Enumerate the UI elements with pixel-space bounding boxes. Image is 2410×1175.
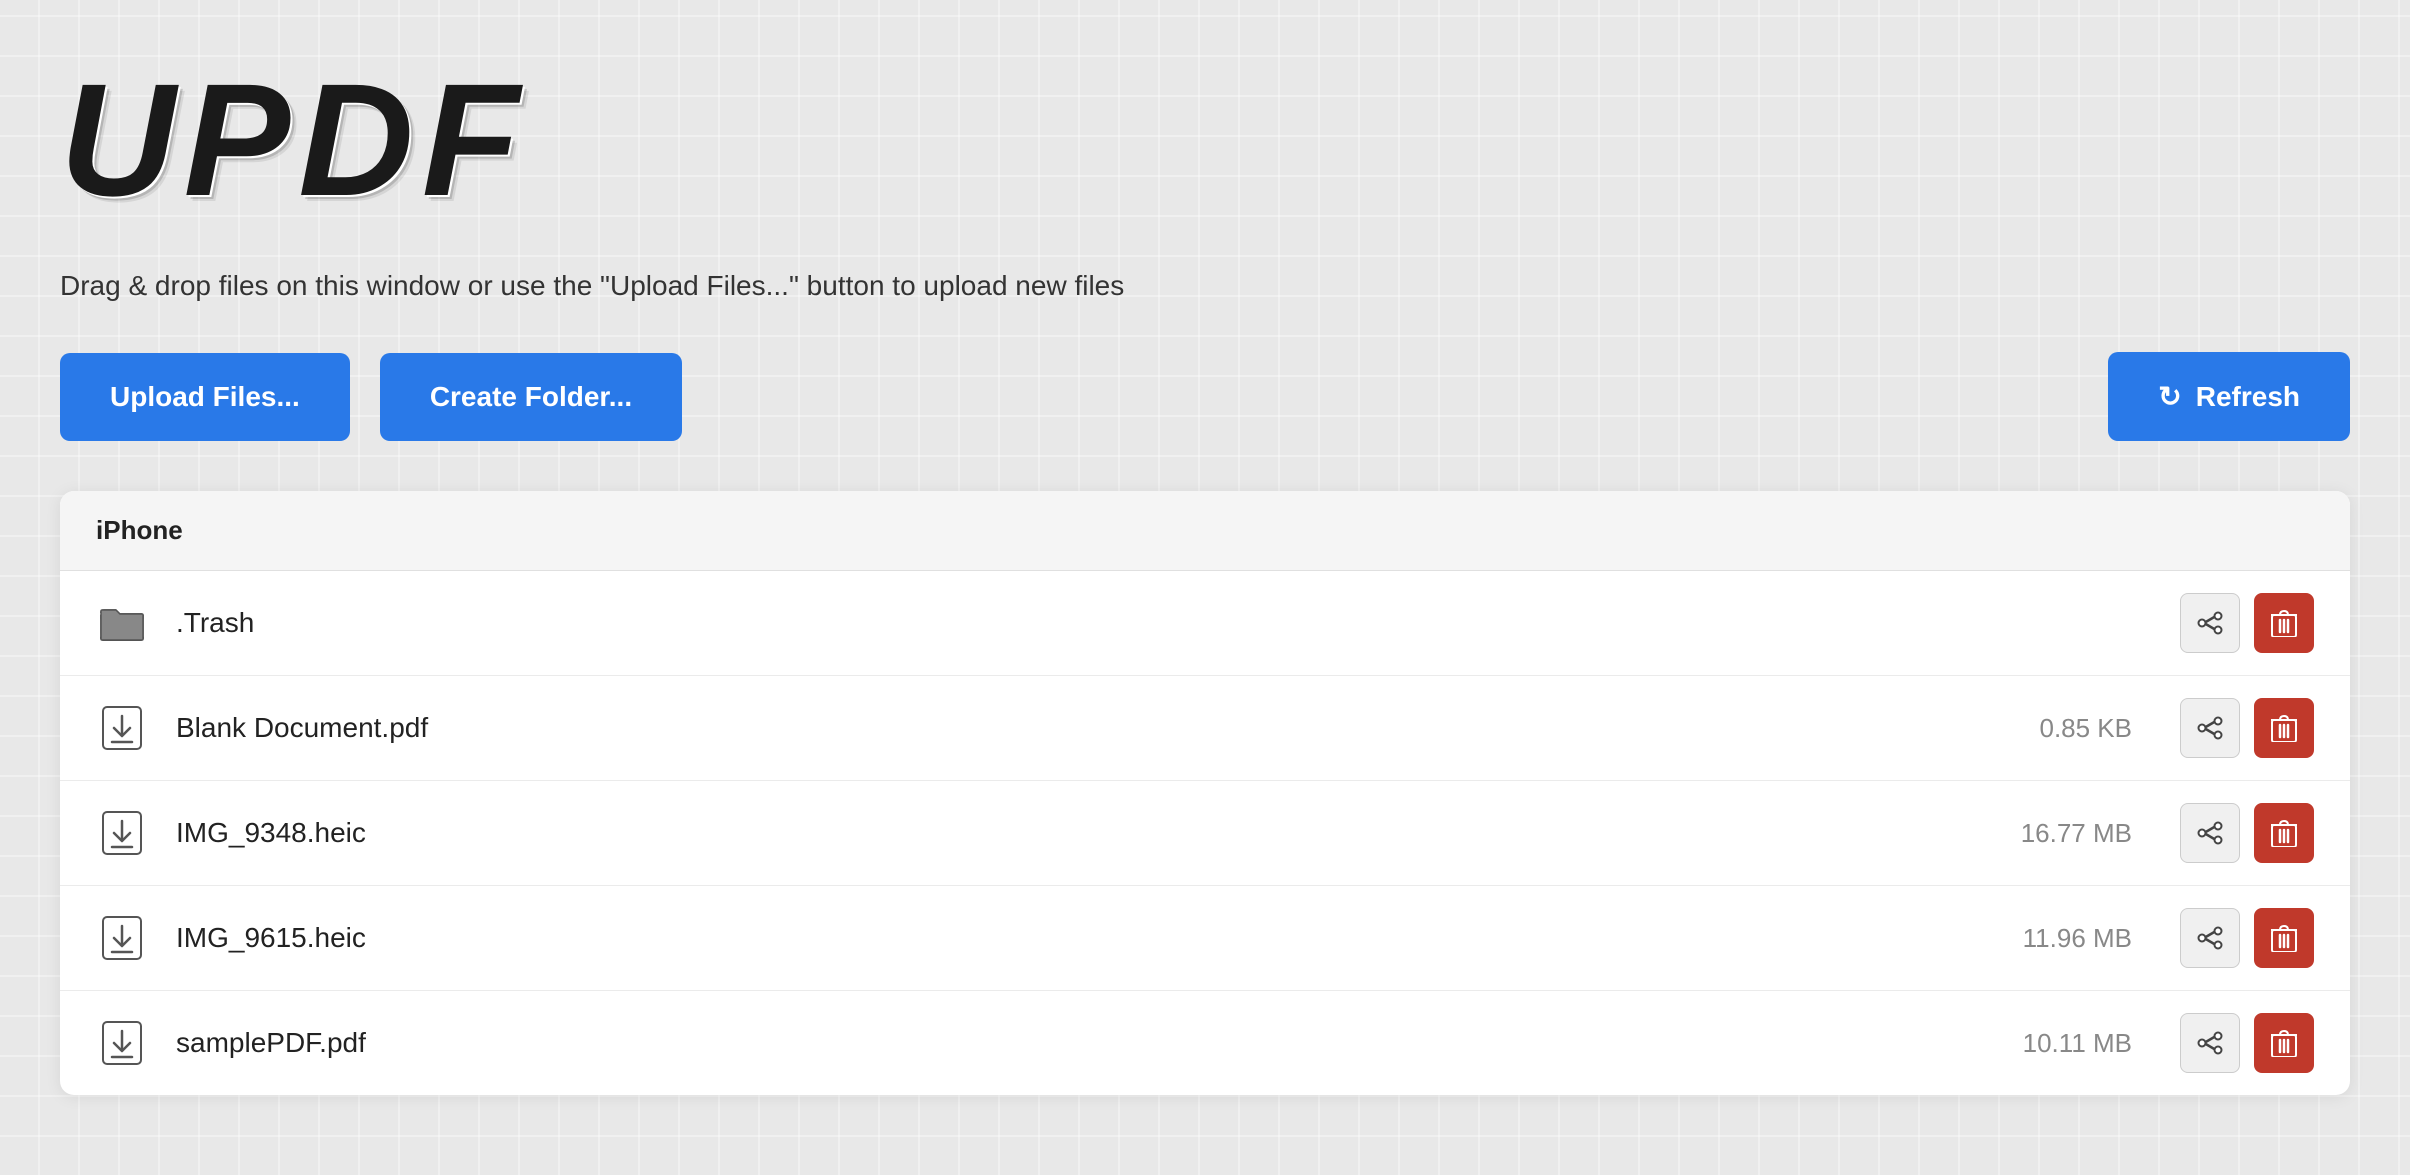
upload-files-button[interactable]: Upload Files... <box>60 353 350 441</box>
delete-button[interactable] <box>2254 1013 2314 1073</box>
share-button[interactable] <box>2180 803 2240 863</box>
file-size: 0.85 KB <box>1972 713 2132 744</box>
create-folder-button[interactable]: Create Folder... <box>380 353 682 441</box>
list-item: IMG_9615.heic 11.96 MB <box>60 886 2350 991</box>
panel-header: iPhone <box>60 491 2350 571</box>
file-name: samplePDF.pdf <box>176 1027 1944 1059</box>
share-button[interactable] <box>2180 593 2240 653</box>
file-actions <box>2180 1013 2314 1073</box>
file-name: IMG_9615.heic <box>176 922 1944 954</box>
file-size: 16.77 MB <box>1972 818 2132 849</box>
file-list: .Trash Blank Document.pdf 0.85 KB <box>60 571 2350 1095</box>
file-name: IMG_9348.heic <box>176 817 1944 849</box>
download-icon <box>96 807 148 859</box>
list-item: IMG_9348.heic 16.77 MB <box>60 781 2350 886</box>
refresh-icon: ↻ <box>2158 380 2181 413</box>
file-actions <box>2180 908 2314 968</box>
file-size: 11.96 MB <box>1972 923 2132 954</box>
list-item: Blank Document.pdf 0.85 KB <box>60 676 2350 781</box>
share-button[interactable] <box>2180 908 2240 968</box>
actions-row: Upload Files... Create Folder... ↻ Refre… <box>60 352 2350 441</box>
refresh-button[interactable]: ↻ Refresh <box>2108 352 2350 441</box>
file-name: .Trash <box>176 607 1944 639</box>
folder-icon <box>96 597 148 649</box>
delete-button[interactable] <box>2254 803 2314 863</box>
share-button[interactable] <box>2180 698 2240 758</box>
file-actions <box>2180 593 2314 653</box>
file-panel: iPhone .Trash <box>60 491 2350 1095</box>
download-icon <box>96 1017 148 1069</box>
download-icon <box>96 702 148 754</box>
actions-left: Upload Files... Create Folder... <box>60 353 2078 441</box>
list-item: samplePDF.pdf 10.11 MB <box>60 991 2350 1095</box>
share-button[interactable] <box>2180 1013 2240 1073</box>
file-size: 10.11 MB <box>1972 1028 2132 1059</box>
delete-button[interactable] <box>2254 698 2314 758</box>
list-item: .Trash <box>60 571 2350 676</box>
delete-button[interactable] <box>2254 908 2314 968</box>
subtitle: Drag & drop files on this window or use … <box>60 270 2350 302</box>
file-actions <box>2180 698 2314 758</box>
logo: UPDF <box>60 60 2350 220</box>
download-icon <box>96 912 148 964</box>
delete-button[interactable] <box>2254 593 2314 653</box>
file-name: Blank Document.pdf <box>176 712 1944 744</box>
refresh-label: Refresh <box>2196 381 2300 413</box>
file-actions <box>2180 803 2314 863</box>
